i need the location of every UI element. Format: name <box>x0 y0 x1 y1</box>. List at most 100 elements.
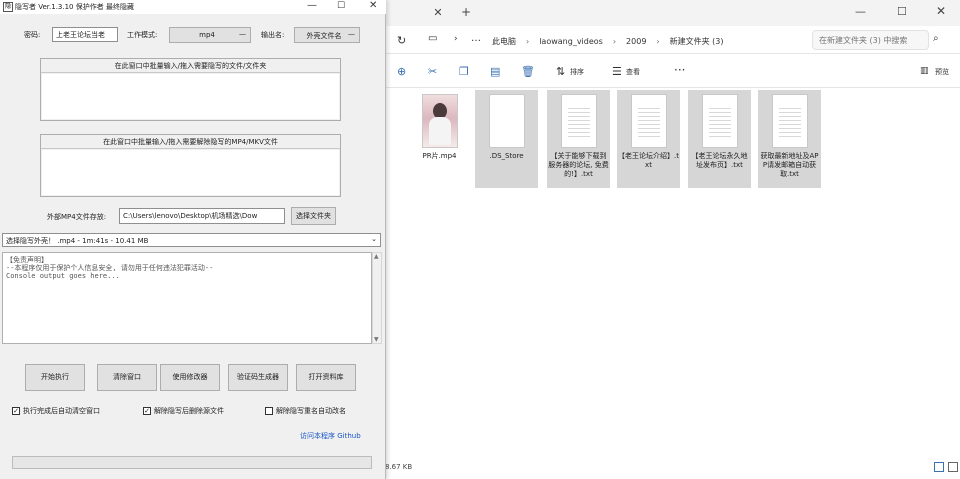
chevron-right-icon: › <box>526 36 530 46</box>
sort-icon[interactable]: ⇅ <box>556 65 565 78</box>
view-icon[interactable]: ☰ <box>612 65 622 78</box>
app-titlebar: 隐 隐写者 Ver.1.3.10 保护作者 最终隐藏 — ☐ ✕ <box>0 0 386 14</box>
auto-clear-checkbox[interactable]: ✓ 执行完成后自动清空窗口 <box>12 406 100 416</box>
open-library-button[interactable]: 打开资料库 <box>296 364 356 391</box>
preview-button[interactable]: 预览 <box>935 67 949 77</box>
shell-file-combobox[interactable]: 选择隐写外壳！ .mp4 - 1m:41s - 10.41 MB ⌄ <box>2 233 381 247</box>
text-file-icon <box>631 94 667 148</box>
preview-icon[interactable]: ▥ <box>920 66 929 76</box>
file-name: PR片.mp4 <box>422 152 457 160</box>
paste-icon[interactable]: ▤ <box>490 65 500 78</box>
file-name: 【关于能够下载到服务器的论坛, 免费的!】.txt <box>548 152 609 178</box>
checkbox-label: 解除隐写重名自动改名 <box>276 407 346 415</box>
hide-files-title: 在此窗口中批量输入/拖入需要隐写的文件/文件夹 <box>41 59 340 73</box>
stego-app-window: 隐 隐写者 Ver.1.3.10 保护作者 最终隐藏 — ☐ ✕ 密码: 上老王… <box>0 0 386 479</box>
password-label: 密码: <box>24 31 41 39</box>
start-button[interactable]: 开始执行 <box>25 364 85 391</box>
maximize-icon[interactable]: ☐ <box>337 1 345 11</box>
chevron-down-icon: — <box>348 30 355 38</box>
checkbox-label: 执行完成后自动清空窗口 <box>23 407 100 415</box>
file-item[interactable]: .DS_Store <box>475 90 538 188</box>
status-bar-text: 8.67 KB <box>385 463 413 471</box>
copy-icon[interactable]: ❐ <box>459 65 469 78</box>
breadcrumb-item[interactable]: 新建文件夹 (3) <box>670 36 724 47</box>
code-generator-button[interactable]: 验证码生成器 <box>228 364 288 391</box>
file-item[interactable]: 【关于能够下载到服务器的论坛, 免费的!】.txt <box>547 90 610 188</box>
refresh-icon[interactable]: ↻ <box>397 34 406 47</box>
hide-files-dropzone[interactable]: 在此窗口中批量输入/拖入需要隐写的文件/文件夹 <box>40 58 341 121</box>
window-title: 隐写者 Ver.1.3.10 保护作者 最终隐藏 <box>15 3 134 11</box>
breadcrumb: 此电脑 › laowang_videos › 2009 › 新建文件夹 (3) <box>492 34 723 48</box>
checkbox-label: 解除隐写后删除源文件 <box>154 407 224 415</box>
select-folder-button[interactable]: 选择文件夹 <box>291 207 336 225</box>
close-icon[interactable]: ✕ <box>369 0 377 11</box>
chevron-right-icon: › <box>656 36 660 46</box>
unhide-files-list[interactable] <box>42 150 339 195</box>
delete-source-checkbox[interactable]: ✓ 解除隐写后删除源文件 <box>143 406 224 416</box>
file-item[interactable]: 【老王论坛介绍】.txt <box>617 90 680 188</box>
view-button[interactable]: 查看 <box>626 67 640 77</box>
checkbox-checked-icon[interactable]: ✓ <box>143 407 151 415</box>
tab-close-icon[interactable]: ✕ <box>431 6 445 20</box>
file-name: 获取最新地址及APP请发邮箱自动获取.txt <box>760 152 819 178</box>
external-path-field[interactable]: C:\Users\lenovo\Desktop\机场精选\Dow <box>119 208 285 224</box>
new-tab-icon[interactable]: + <box>459 5 473 19</box>
video-thumbnail <box>422 94 458 148</box>
file-name: 【老王论坛介绍】.txt <box>618 152 679 169</box>
scroll-up-icon[interactable]: ▲ <box>374 253 379 260</box>
chevron-right-icon[interactable]: › <box>454 34 458 44</box>
clear-window-button[interactable]: 清除窗口 <box>97 364 157 391</box>
more-icon[interactable]: … <box>471 33 481 44</box>
mode-value: mp4 <box>199 31 215 39</box>
search-icon[interactable]: ⌕ <box>933 33 939 44</box>
text-file-icon <box>702 94 738 148</box>
file-item[interactable]: PR片.mp4 <box>408 90 471 188</box>
scroll-down-icon[interactable]: ▼ <box>374 336 379 343</box>
checkbox-checked-icon[interactable]: ✓ <box>12 407 20 415</box>
close-icon[interactable]: ✕ <box>936 4 946 18</box>
output-name-dropdown[interactable]: 外壳文件名 — <box>294 27 360 43</box>
monitor-icon[interactable]: ▭ <box>428 33 437 44</box>
new-icon[interactable]: ⊕ <box>397 65 406 78</box>
hide-files-list[interactable] <box>42 74 339 119</box>
checkbox-unchecked-icon[interactable] <box>265 407 273 415</box>
text-file-icon <box>772 94 808 148</box>
file-name: 【老王论坛永久地址发布页】.txt <box>691 152 748 169</box>
tiles-view-icon[interactable] <box>948 462 958 472</box>
password-field[interactable]: 上老王论坛当老 <box>52 27 118 42</box>
github-link[interactable]: 访问本程序 Github <box>300 431 361 441</box>
breadcrumb-item[interactable]: 2009 <box>626 37 646 46</box>
explorer-toolbar <box>385 56 960 88</box>
chevron-down-icon: ⌄ <box>371 235 377 243</box>
file-item[interactable]: 【老王论坛永久地址发布页】.txt <box>688 90 751 188</box>
modifier-button[interactable]: 使用修改器 <box>160 364 220 391</box>
minimize-icon[interactable]: — <box>855 5 866 18</box>
delete-icon[interactable]: 🗑 <box>521 65 535 78</box>
output-name-value: 外壳文件名 <box>306 32 342 40</box>
search-input[interactable]: 在新建文件夹 (3) 中搜索 <box>812 30 929 50</box>
more-options-icon[interactable]: ··· <box>674 63 685 77</box>
shell-file-value: 选择隐写外壳！ .mp4 - 1m:41s - 10.41 MB <box>6 237 149 245</box>
cut-icon[interactable]: ✂ <box>428 65 437 78</box>
file-icon <box>489 94 525 148</box>
mode-dropdown[interactable]: mp4 — <box>169 27 251 43</box>
app-icon: 隐 <box>3 2 13 12</box>
details-view-icon[interactable] <box>934 462 944 472</box>
text-file-icon <box>561 94 597 148</box>
file-item[interactable]: 获取最新地址及APP请发邮箱自动获取.txt <box>758 90 821 188</box>
file-name: .DS_Store <box>489 152 524 160</box>
output-name-label: 输出名: <box>261 31 285 39</box>
external-path-label: 外部MP4文件存放: <box>47 213 107 221</box>
auto-rename-checkbox[interactable]: 解除隐写重名自动改名 <box>265 406 346 416</box>
unhide-files-title: 在此窗口中批量输入/拖入需要解除隐写的MP4/MKV文件 <box>41 135 340 149</box>
sort-button[interactable]: 排序 <box>570 67 584 77</box>
minimize-icon[interactable]: — <box>307 0 317 11</box>
unhide-files-dropzone[interactable]: 在此窗口中批量输入/拖入需要解除隐写的MP4/MKV文件 <box>40 134 341 197</box>
console-scrollbar[interactable]: ▲ ▼ <box>372 252 382 344</box>
maximize-icon[interactable]: ☐ <box>897 5 907 18</box>
breadcrumb-item[interactable]: laowang_videos <box>539 37 603 46</box>
breadcrumb-item[interactable]: 此电脑 <box>492 36 516 47</box>
progress-bar <box>12 456 372 469</box>
chevron-down-icon: — <box>239 30 246 38</box>
console-output[interactable]: 【免责声明】 --本程序仅用于保护个人信息安全, 请勿用于任何违法犯罪活动-- … <box>2 252 372 344</box>
